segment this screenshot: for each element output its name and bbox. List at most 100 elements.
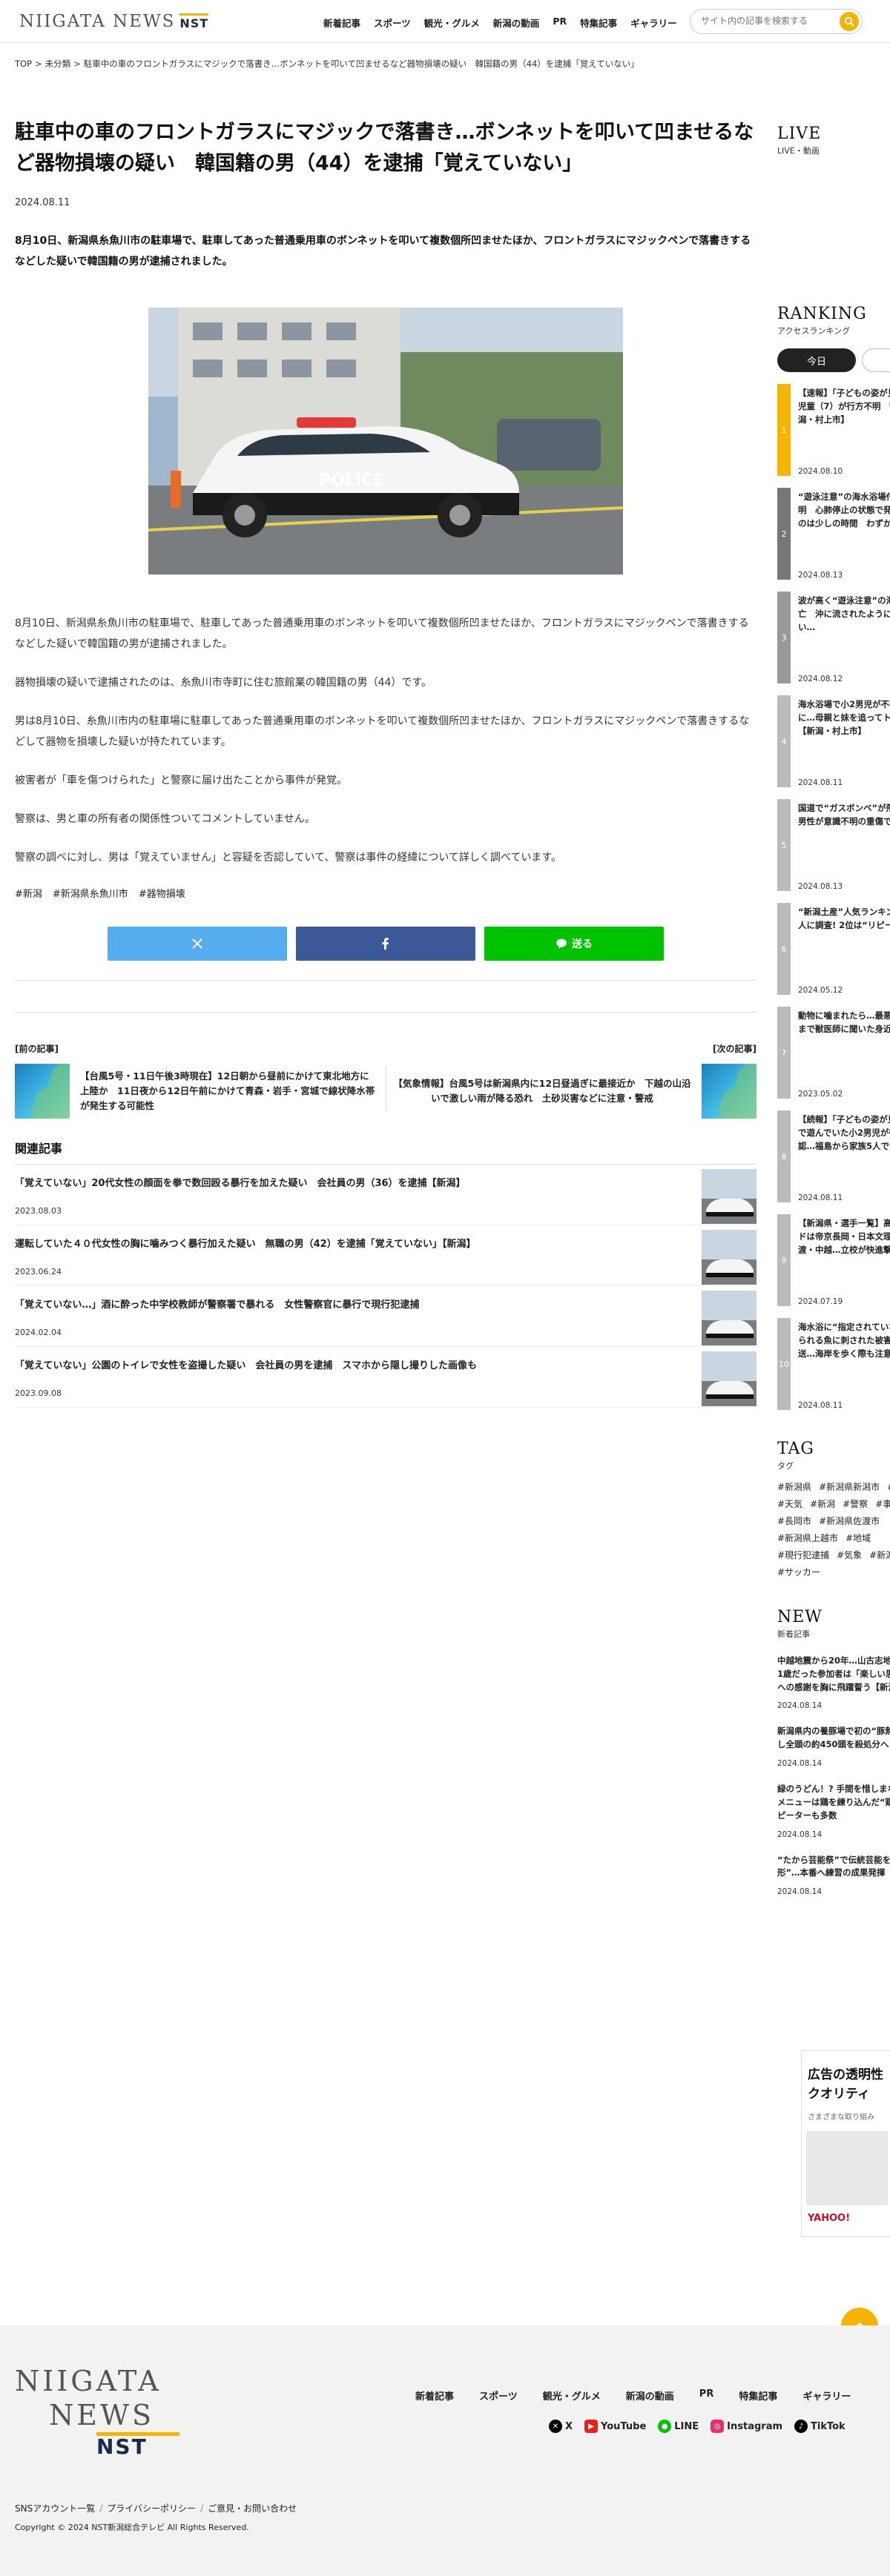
new-item[interactable]: 中越地震から20年…山古志地区で"二十歳のつどい" 当時1歳だった参加者は「楽し… <box>777 1655 890 1710</box>
police-car-thumb <box>702 1168 756 1224</box>
sns-x-link[interactable]: ✕ X <box>549 2420 573 2433</box>
new-item[interactable]: “たから芸能祭”で伝統芸能を披露! 中学生は“文学八形”…本番へ練習の成果発揮「… <box>777 1854 890 1897</box>
share-line-label: 送る <box>572 938 593 950</box>
ranking-item[interactable]: 8【続報】「子どもの姿が見えなくなった」海水浴場で砂浜で遊んでいた小2男児が行方… <box>777 1110 890 1202</box>
sidebar-tag-link[interactable]: #サッカー <box>777 1566 820 1578</box>
rank-date: 2024.08.11 <box>798 778 843 787</box>
site-logo[interactable]: NIIGATA NEWS NST <box>19 10 209 33</box>
ranking-item[interactable]: 7 動物に噛まれたら…最悪死に至るケースも 原因や予防法まで獣医師に聞いた身近な危… <box>777 1007 890 1099</box>
sidebar-tag-link[interactable]: #長岡市 <box>777 1514 811 1527</box>
footer-nav-item[interactable]: ギャラリー <box>802 2388 851 2403</box>
share-facebook-button[interactable] <box>296 926 475 961</box>
ranking-item[interactable]: 6 “新潟土産”人気ランキング! 生まれ変わった新潟駅で50人に調査! 2位は“リ… <box>777 903 890 995</box>
ranking-item[interactable]: 2“遊泳注意”の海水浴場付近で小学2年の男子児童が行方不明 心肺停止の状態で発見… <box>777 488 890 580</box>
ranking-item[interactable]: 1【速報】「子どもの姿が見えなくなった」海水浴場で男子児童（7）が行方不明 警察… <box>777 384 890 476</box>
ad-banner[interactable]: 広告の透明性 クオリティ さまざまな取り組み YAHOO! <box>801 2050 890 2237</box>
footer-nav-item[interactable]: PR <box>699 2388 714 2403</box>
related-item[interactable]: 「覚えていない」20代女性の顔面を拳で数回殴る暴行を加えた疑い 会社員の男（36… <box>15 1165 756 1225</box>
sns-instagram-link[interactable]: ◎ Instagram <box>711 2420 782 2433</box>
footer-nav-item[interactable]: スポーツ <box>479 2388 518 2403</box>
sidebar-tag-link[interactable]: #地域 <box>846 1532 871 1544</box>
related-item[interactable]: 「覚えていない…」酒に酔った中学校教師が警察署で暴れる 女性警察官に暴行で現行犯… <box>15 1286 756 1347</box>
sidebar-tag-link[interactable]: #事故 <box>875 1497 890 1510</box>
rank-date: 2024.08.13 <box>798 571 843 580</box>
related-date: 2024.02.04 <box>15 1327 62 1337</box>
sidebar-tag-link[interactable]: #新潟県新潟市 <box>819 1480 880 1493</box>
footer-nav-item[interactable]: 新潟の動画 <box>626 2388 674 2403</box>
ad-image <box>806 2131 888 2205</box>
tag-heading: TAG <box>777 1440 814 1458</box>
related-item[interactable]: 運転していた４０代女性の胸に噛みつく暴行加えた疑い 無職の男（42）を逮捕「覚え… <box>15 1225 756 1286</box>
nav-item-sports[interactable]: スポーツ <box>374 16 411 30</box>
ad-brand: YAHOO! <box>808 2213 851 2224</box>
share-line-button[interactable]: 送る <box>484 926 664 961</box>
rank-number: 1 <box>777 384 791 476</box>
related-thumbnail <box>702 1229 756 1285</box>
tab-today[interactable]: 今日 <box>777 348 856 372</box>
tag-link[interactable]: #器物損壊 <box>139 886 185 900</box>
related-item[interactable]: 「覚えていない」公園のトイレで女性を盗撮した疑い 会社員の男を逮捕 スマホから隠… <box>15 1347 756 1408</box>
search-input[interactable] <box>701 16 827 26</box>
sidebar-tag-link[interactable]: #現行犯逮捕 <box>777 1549 829 1561</box>
nav-item-new[interactable]: 新着記事 <box>323 16 360 30</box>
sns-youtube-link[interactable]: ▶ YouTube <box>584 2420 646 2433</box>
sidebar-tag-link[interactable]: #新潟 <box>810 1497 835 1510</box>
footer-nav-item[interactable]: 観光・グルメ <box>543 2388 601 2403</box>
divider <box>15 979 756 981</box>
sidebar-tag-link[interactable]: #気象 <box>837 1549 862 1561</box>
footer-nav-item[interactable]: 特集記事 <box>739 2388 777 2403</box>
prev-thumbnail <box>15 1063 70 1119</box>
nav-item-gourmet[interactable]: 観光・グルメ <box>424 16 480 30</box>
footer-link-sep: / <box>200 2503 204 2514</box>
ranking-item[interactable]: 5 国道で“ガスボンベ”が飛んだ事故で全焼 運転手の76歳男性が意識不明の重傷で救… <box>777 799 890 891</box>
youtube-icon: ▶ <box>584 2420 599 2433</box>
footer-link-privacy[interactable]: プライバシーポリシー <box>107 2503 196 2514</box>
new-item[interactable]: 新潟県内の養豚場で初の“豚熱”を確認 対策本部を設置し全頭の約450頭を殺処分へ… <box>777 1725 890 1768</box>
sidebar-tag-link[interactable]: #天気 <box>777 1497 802 1510</box>
tag-link[interactable]: #新潟県糸魚川市 <box>53 886 128 900</box>
breadcrumb-category[interactable]: 未分類 <box>45 59 71 69</box>
tag-link[interactable]: #新潟 <box>15 886 42 900</box>
sidebar-tag-link[interactable]: #新潟県上越市 <box>777 1532 838 1544</box>
ranking-item[interactable]: 4海水浴場で小2男児が不明 福島から家族5人で海水浴に…母親と妹を追ってトイレに… <box>777 695 890 787</box>
tag-subheading: タグ <box>777 1461 794 1471</box>
search-icon <box>844 16 854 27</box>
nav-item-video[interactable]: 新潟の動画 <box>493 16 540 30</box>
sns-line-link[interactable]: ● LINE <box>658 2420 699 2433</box>
nav-item-feature[interactable]: 特集記事 <box>580 16 617 30</box>
share-x-button[interactable] <box>108 926 287 961</box>
breadcrumb-top[interactable]: TOP <box>15 59 32 69</box>
nav-item-pr[interactable]: PR <box>553 16 567 30</box>
x-icon <box>192 938 202 949</box>
ranking-heading: RANKING <box>777 305 867 323</box>
sidebar-tag-link[interactable]: #新潟市 <box>869 1549 890 1561</box>
prev-title: 【台風5号・11日午後3時現在】12日朝から昼前にかけて東北地方に上陸か 11日… <box>80 1070 375 1111</box>
sidebar-tag-link[interactable]: #新潟県佐渡市 <box>819 1514 880 1527</box>
sidebar-tag-link[interactable]: #事件 <box>887 1480 890 1493</box>
next-article[interactable]: [次の記事] 【気象情報】台風5号は新潟県内に12日昼過ぎに最接近か 下越の山沿… <box>393 1042 756 1119</box>
prev-label: [前の記事] <box>15 1043 59 1054</box>
police-car-thumb <box>702 1351 756 1406</box>
facebook-icon <box>382 937 389 950</box>
new-item[interactable]: 緑のうどん！? 手間を惜しまないこだわりのうどん! 人気メニューは鶏を練り込んだ… <box>777 1783 890 1838</box>
rank-title: 動物に噛まれたら…最悪死に至るケースも 原因や予防法まで獣医師に聞いた身近な危険… <box>798 1010 890 1034</box>
ranking-item[interactable]: 3波が高く“遊泳注意”の海水浴場で管理員の77歳男性が死亡 沖に流されたように見… <box>777 592 890 683</box>
sidebar-tag-link[interactable]: #警察 <box>843 1497 868 1510</box>
footer-nav-item[interactable]: 新着記事 <box>415 2388 454 2403</box>
nav-item-gallery[interactable]: ギャラリー <box>630 16 677 30</box>
next-label: [次の記事] <box>713 1043 756 1054</box>
footer-link-contact[interactable]: ご意見・お問い合わせ <box>208 2503 297 2514</box>
footer-logo-line2: NEWS <box>49 2399 155 2431</box>
ad-title: 広告の透明性 クオリティ <box>808 2067 883 2102</box>
sns-tiktok-link[interactable]: ♪ TikTok <box>794 2420 846 2433</box>
ranking-item[interactable]: 9【新潟県・選手一覧】高校野球 甲子園へ残り3勝! シードは帝京長岡・日本文理・… <box>777 1214 890 1306</box>
footer-logo[interactable]: NIIGATA NEWS NST <box>15 2364 179 2458</box>
prev-article[interactable]: [前の記事] 【台風5号・11日午後3時現在】12日朝から昼前にかけて東北地方に… <box>15 1042 378 1119</box>
search-button[interactable] <box>840 12 859 31</box>
ranking-item[interactable]: 10海水浴に“指定されていない海岸”で“オコゼ”の仲間とみられる魚に刺された被害… <box>777 1318 890 1410</box>
line-icon: ● <box>658 2420 672 2433</box>
new-title: 緑のうどん！? 手間を惜しまないこだわりのうどん! 人気メニューは鶏を練り込んだ… <box>777 1784 890 1821</box>
sidebar-tag-link[interactable]: #新潟県 <box>777 1480 811 1493</box>
footer-link-sns[interactable]: SNSアカウント一覧 <box>15 2503 95 2514</box>
tab-weekly[interactable]: 週間 <box>862 348 890 372</box>
